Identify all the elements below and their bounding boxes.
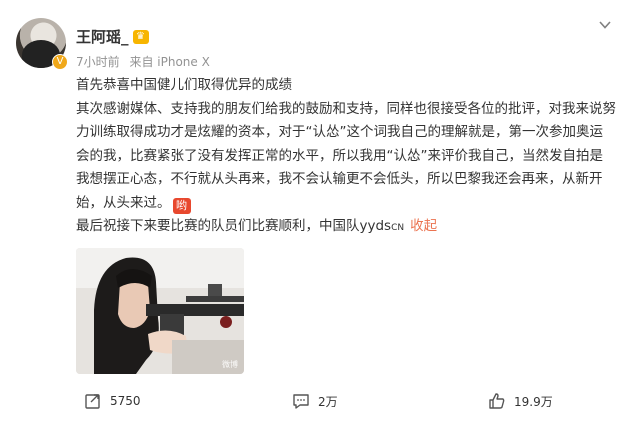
repost-icon (85, 394, 100, 409)
post-image[interactable]: 微博 (76, 248, 244, 374)
chevron-down-icon[interactable] (598, 18, 612, 32)
verified-badge-icon: V (52, 54, 68, 70)
comment-button[interactable]: 2万 (292, 392, 338, 410)
collapse-link[interactable]: 收起 (410, 218, 437, 234)
post-paragraph: 首先恭喜中国健儿们取得优异的成绩 (76, 77, 292, 93)
post-source: 来自 iPhone X (129, 55, 210, 69)
like-count: 19.9万 (514, 394, 553, 409)
vip-crown-icon[interactable]: ♛ (132, 29, 149, 44)
author-name[interactable]: 王阿瑶_ (76, 26, 129, 47)
comment-icon (293, 394, 309, 409)
like-button[interactable]: 19.9万 (488, 392, 553, 410)
action-bar: 5750 2万 19.9万 (0, 392, 629, 416)
author-row: 王阿瑶_ ♛ (76, 26, 149, 47)
emoji-icon: 哟 (172, 197, 191, 214)
cn-suffix: CN (391, 223, 405, 233)
post-paragraph: 其次感谢媒体、支持我的朋友们给我的鼓励和支持，同样也很接受各位的批评，对我来说努… (76, 98, 616, 216)
comment-count: 2万 (318, 394, 338, 409)
repost-button[interactable]: 5750 (84, 392, 141, 410)
post-meta: 7小时前 来自 iPhone X (76, 53, 216, 70)
thumbs-up-icon (489, 393, 505, 409)
weibo-post-card: V 王阿瑶_ ♛ 7小时前 来自 iPhone X 首先恭喜中国健儿们取得优异的… (0, 0, 629, 424)
post-paragraph-text: 其次感谢媒体、支持我的朋友们给我的鼓励和支持，同样也很接受各位的批评，对我来说努… (76, 100, 616, 211)
repost-count: 5750 (110, 394, 141, 408)
photo-watermark: 微博 (222, 360, 238, 369)
shooter-photo-illustration (76, 248, 244, 374)
post-paragraph: 最后祝接下来要比赛的队员们比赛顺利，中国队yydsCN 收起 (76, 215, 616, 241)
post-text: 首先恭喜中国健儿们取得优异的成绩 其次感谢媒体、支持我的朋友们给我的鼓励和支持，… (76, 74, 616, 241)
post-time[interactable]: 7小时前 (76, 55, 120, 69)
post-last-line: 最后祝接下来要比赛的队员们比赛顺利，中国队yyds (76, 218, 392, 234)
